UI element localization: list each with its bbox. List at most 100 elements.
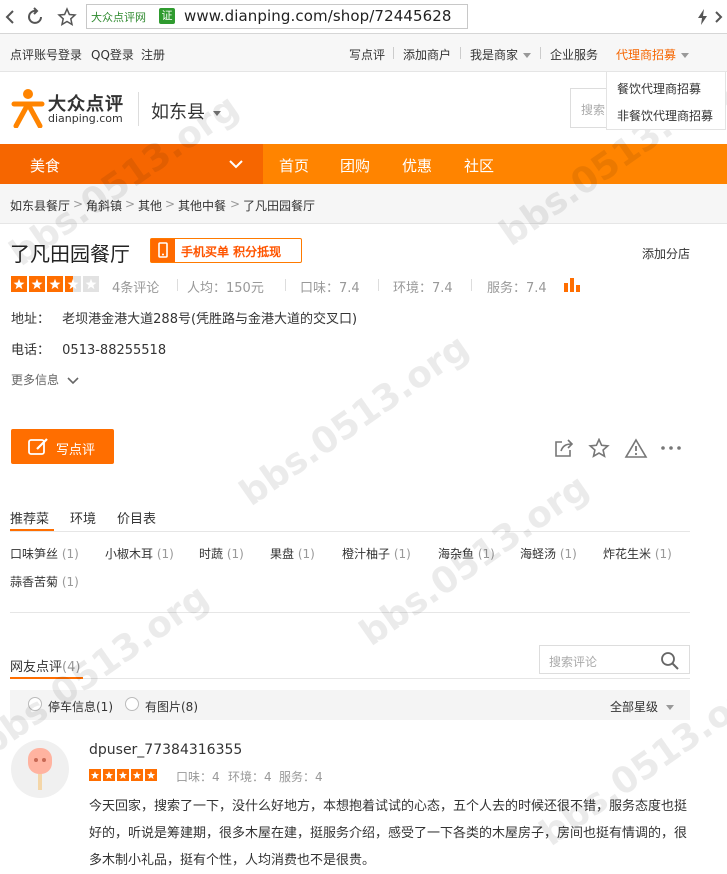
photo-filter-label[interactable]: 有图片(8) (145, 698, 198, 715)
register-link[interactable]: 注册 (141, 46, 165, 63)
chevron-right-icon[interactable] (712, 6, 727, 28)
category-label: 美食 (30, 157, 61, 175)
dish-count: (1) (297, 547, 315, 561)
mobile-pay-badge[interactable]: 手机买单 积分抵现 (150, 238, 302, 263)
bookmark-star-icon[interactable] (56, 6, 78, 28)
parking-filter-radio[interactable] (28, 697, 42, 711)
write-review-button[interactable]: 写点评 (11, 429, 114, 464)
star-level-label: 全部星级 (610, 700, 659, 714)
service-score: 服务：7.4 (487, 281, 547, 296)
dish-tag[interactable]: 蒜香苦菊 (1) (10, 573, 79, 590)
environment-score: 环境：7.4 (393, 281, 453, 296)
lightning-icon[interactable] (692, 6, 714, 28)
certificate-badge[interactable]: 证 (159, 8, 175, 24)
breadcrumb-item[interactable]: 其他中餐 (178, 197, 226, 214)
nav-community[interactable]: 社区 (464, 155, 494, 176)
dish-tag[interactable]: 海杂鱼 (1) (438, 545, 495, 562)
star-level-filter[interactable]: 全部星级 (610, 698, 675, 715)
dish-tag[interactable]: 小椒木耳 (1) (105, 545, 174, 562)
divider (177, 279, 178, 291)
refresh-icon[interactable] (25, 6, 47, 28)
dish-count: (1) (61, 575, 79, 589)
phone-icon (151, 239, 175, 262)
chevron-down-icon (213, 110, 221, 116)
address-bar[interactable]: 大众点评网 证 www.dianping.com/shop/72445628 (86, 4, 468, 29)
divider (10, 678, 690, 679)
review-environment-score: 环境：4 (228, 770, 272, 784)
merchant-menu[interactable]: 我是商家 (470, 46, 532, 63)
tab-recommended-dishes[interactable]: 推荐菜 (10, 508, 49, 527)
nav-group-buy[interactable]: 团购 (340, 155, 370, 176)
tab-price-list[interactable]: 价目表 (117, 508, 156, 527)
reviews-heading[interactable]: 网友点评(4) (10, 656, 80, 675)
score-chart-icon[interactable] (563, 276, 581, 292)
dish-tag[interactable]: 橙汁柚子 (1) (342, 545, 411, 562)
add-branch-link[interactable]: 添加分店 (642, 245, 690, 262)
nav-discounts[interactable]: 优惠 (402, 155, 432, 176)
dish-name: 时蔬 (199, 547, 224, 561)
dish-tag[interactable]: 口味笋丝 (1) (10, 545, 79, 562)
report-warning-icon[interactable] (624, 438, 648, 458)
add-merchant-link[interactable]: 添加商户 (403, 46, 451, 63)
breadcrumb-current: 了凡田园餐厅 (243, 199, 316, 213)
dish-name: 口味笋丝 (10, 547, 59, 561)
back-icon[interactable] (0, 6, 22, 28)
dish-name: 橙汁柚子 (342, 547, 391, 561)
phone-row: 电话： 0513-88255518 (11, 339, 166, 358)
dish-name: 海杂鱼 (438, 547, 475, 561)
reviewer-name[interactable]: dpuser_77384316355 (89, 742, 242, 758)
qq-login-link[interactable]: QQ登录 (91, 46, 134, 63)
divider (138, 92, 139, 126)
divider (10, 531, 690, 532)
site-search-input[interactable]: 搜索 (570, 88, 606, 128)
breadcrumb-item[interactable]: 角斜镇 (86, 197, 122, 214)
write-review-label: 写点评 (56, 443, 96, 458)
review-filter-bar: 停车信息(1) 有图片(8) 全部星级 (10, 690, 690, 720)
top-link-bar: 点评账号登录 QQ登录 注册 写点评 添加商户 我是商家 企业服务 代理商招募 (0, 34, 727, 72)
breadcrumb-separator: > (73, 197, 84, 211)
parking-filter-label[interactable]: 停车信息(1) (48, 698, 113, 715)
breadcrumb: 如东县餐厅 > 角斜镇 > 其他 > 其他中餐 > 了凡田园餐厅 (0, 184, 727, 224)
address-text[interactable]: 老坝港金港大道288号(凭胜路与金港大道的交叉口) (62, 312, 357, 327)
chevron-down-icon (681, 53, 690, 58)
write-review-link[interactable]: 写点评 (349, 46, 385, 63)
dish-tag[interactable]: 海蛏汤 (1) (520, 545, 577, 562)
share-icon[interactable] (553, 438, 575, 458)
nav-home[interactable]: 首页 (279, 155, 309, 176)
search-icon[interactable] (660, 651, 680, 671)
main-nav: 美食 首页 团购 优惠 社区 (0, 144, 727, 184)
enterprise-link[interactable]: 企业服务 (550, 46, 598, 63)
breadcrumb-item[interactable]: 如东县餐厅 (10, 197, 70, 214)
agent-menu-item[interactable]: 非餐饮代理商招募 (617, 107, 713, 124)
city-selector[interactable]: 如东县 (151, 98, 221, 124)
dish-tag[interactable]: 炸花生米 (1) (603, 545, 672, 562)
breadcrumb-item[interactable]: 其他 (138, 197, 162, 214)
category-menu[interactable]: 美食 (0, 144, 263, 184)
divider (460, 47, 461, 59)
review-search-input[interactable]: 搜索评论 (539, 645, 690, 674)
more-info-toggle[interactable]: 更多信息 (11, 371, 79, 388)
review-service-score: 服务：4 (279, 770, 323, 784)
more-options-icon[interactable] (660, 438, 682, 458)
dish-name: 炸花生米 (603, 547, 652, 561)
dish-name: 小椒木耳 (105, 547, 154, 561)
agent-recruit-label: 代理商招募 (616, 48, 677, 62)
tab-environment[interactable]: 环境 (70, 508, 96, 527)
agent-recruit-menu[interactable]: 代理商招募 (616, 46, 690, 63)
city-label: 如东县 (151, 102, 205, 123)
dish-tag[interactable]: 时蔬 (1) (199, 545, 244, 562)
address-label: 地址： (11, 312, 51, 327)
agent-menu-item[interactable]: 餐饮代理商招募 (617, 80, 701, 97)
dish-count: (1) (393, 547, 411, 561)
divider (378, 279, 379, 291)
dish-tag[interactable]: 果盘 (1) (270, 545, 315, 562)
url-text[interactable]: www.dianping.com/shop/72445628 (184, 7, 452, 25)
avatar[interactable] (11, 740, 69, 798)
dianping-logo-icon[interactable] (10, 88, 46, 128)
dianping-login-link[interactable]: 点评账号登录 (10, 46, 82, 63)
review-count-link[interactable]: 4条评论 (112, 277, 159, 296)
photo-filter-radio[interactable] (125, 697, 139, 711)
favorite-star-icon[interactable] (588, 438, 610, 458)
chevron-down-icon (229, 160, 243, 169)
breadcrumb-separator: > (125, 197, 136, 211)
